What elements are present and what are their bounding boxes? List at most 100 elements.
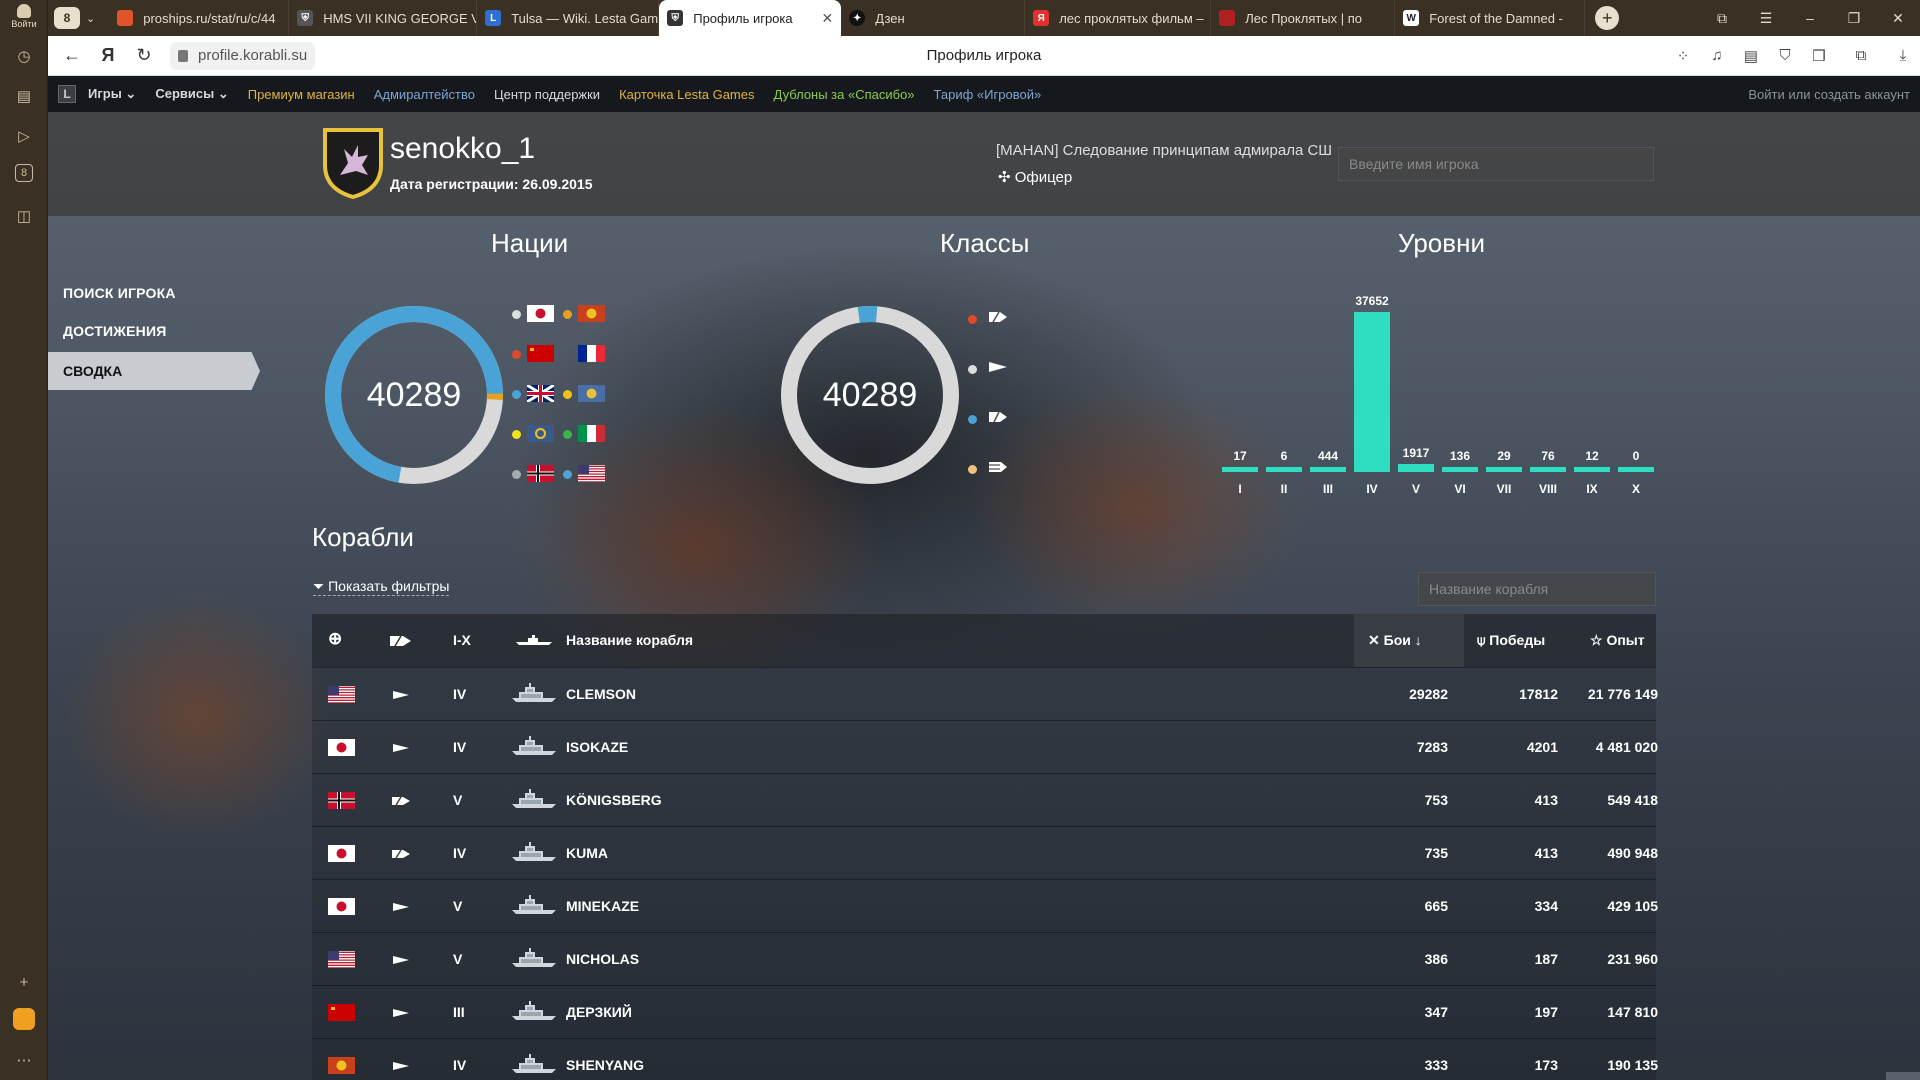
browser-login-button[interactable]: Войти	[4, 2, 44, 34]
tier-bar-VIII[interactable]	[1530, 467, 1566, 472]
carrier-class-icon	[989, 462, 1007, 472]
nav-support[interactable]: Центр поддержки	[494, 87, 600, 102]
ship-row[interactable]: V NICHOLAS 386 187 231 960	[312, 932, 1658, 985]
nav-services[interactable]: Сервисы ⌄	[155, 86, 228, 102]
tier-bar-I[interactable]	[1222, 467, 1258, 472]
new-tab-icon[interactable]: +	[1595, 6, 1620, 30]
scroll-to-top-button[interactable]: ⇡	[1886, 1072, 1920, 1080]
class-column-icon[interactable]	[389, 635, 413, 647]
tab-dzen[interactable]: ✦ Дзен	[841, 0, 1026, 36]
ship-row[interactable]: IV SHENYANG 333 173 190 135	[312, 1038, 1658, 1080]
tab-hms-kgv[interactable]: ⛨ HMS VII KING GEORGE V	[289, 0, 478, 36]
extensions-icon[interactable]: ⁘	[1666, 47, 1700, 65]
close-window-icon[interactable]: ✕	[1876, 0, 1920, 36]
ship-row[interactable]: IV ISOKAZE 7283 4201 4 481 020	[312, 720, 1658, 773]
xp-column-header[interactable]: ☆ Опыт	[1590, 632, 1645, 649]
legend-dot	[563, 430, 572, 439]
registration-date: Дата регистрации: 26.09.2015	[390, 176, 593, 192]
tier-bar-VI[interactable]	[1442, 467, 1478, 472]
tier-bar-IX[interactable]	[1574, 467, 1610, 472]
headphones-icon[interactable]: ♫	[1700, 47, 1734, 65]
tab-tulsa-wiki[interactable]: L Tulsa — Wiki. Lesta Gam	[477, 0, 660, 36]
ship-name[interactable]: MINEKAZE	[566, 898, 639, 914]
reader-icon[interactable]: ▤	[1734, 47, 1768, 65]
yandex-icon[interactable]: Я	[90, 36, 126, 76]
ship-name[interactable]: NICHOLAS	[566, 951, 639, 967]
tab-proships[interactable]: proships.ru/stat/ru/c/44	[109, 0, 290, 36]
menu-summary[interactable]: СВОДКА	[48, 352, 260, 390]
show-filters-link[interactable]: ⏷ Показать фильтры	[313, 578, 450, 596]
battles-column-header[interactable]: ✕ Бои ↓	[1368, 632, 1422, 649]
tab-counter-icon[interactable]: 8	[15, 164, 33, 182]
nav-tariff[interactable]: Тариф «Игровой»	[934, 87, 1042, 102]
globe-icon[interactable]: ⊕	[328, 629, 342, 649]
tab-count-badge[interactable]: 8	[54, 7, 80, 29]
play-icon[interactable]: ▷	[12, 124, 36, 148]
url-field[interactable]: profile.korabli.su	[170, 41, 316, 70]
ship-name[interactable]: KÖNIGSBERG	[566, 792, 662, 808]
download-icon[interactable]: ⤓	[1886, 47, 1920, 65]
lesta-logo[interactable]: L	[58, 85, 76, 103]
ship-row[interactable]: V MINEKAZE 665 334 429 105	[312, 879, 1658, 932]
tab-favicon-icon	[1219, 10, 1236, 26]
login-link[interactable]: Войти	[1748, 87, 1784, 102]
clan-name[interactable]: [MAHAN] Следование принципам адмирала СШ	[996, 142, 1332, 159]
screenshot-icon[interactable]: ◫	[12, 204, 36, 228]
menu-icon[interactable]: ☰	[1744, 0, 1788, 36]
tab-les-proklyatyh[interactable]: Лес Проклятых | по	[1211, 0, 1396, 36]
nav-lesta-card[interactable]: Карточка Lesta Games	[619, 87, 754, 102]
tier-value-IX: 12	[1585, 449, 1599, 463]
ship-name[interactable]: ДЕРЗКИЙ	[566, 1004, 632, 1020]
nav-doubloons[interactable]: Дублоны за «Спасибо»	[773, 87, 914, 102]
ussr-flag-icon	[527, 345, 554, 362]
collections-icon[interactable]: ⧉	[1836, 47, 1886, 65]
collections-icon[interactable]: ▤	[12, 84, 36, 108]
ship-name[interactable]: SHENYANG	[566, 1057, 644, 1073]
close-icon[interactable]: ✕	[811, 10, 833, 27]
ship-battles: 753	[1424, 792, 1448, 808]
tier-bar-X[interactable]	[1618, 467, 1654, 472]
add-panel-icon[interactable]: +	[12, 970, 36, 994]
bookmark-window-icon[interactable]: ⧉	[1700, 0, 1744, 36]
tier-bar-VII[interactable]	[1486, 467, 1522, 472]
nav-admiralty[interactable]: Адмиралтейство	[374, 87, 475, 102]
ship-row[interactable]: V KÖNIGSBERG 753 413 549 418	[312, 773, 1658, 826]
player-search-input[interactable]	[1338, 147, 1654, 181]
ship-row[interactable]: IV CLEMSON 29282 17812 21 776 149	[312, 667, 1658, 720]
ship-row[interactable]: III ДЕРЗКИЙ 347 197 147 810	[312, 985, 1658, 1038]
ship-row[interactable]: IV KUMA 735 413 490 948	[312, 826, 1658, 879]
ship-tier: IV	[453, 845, 467, 861]
nav-games[interactable]: Игры ⌄	[88, 86, 136, 102]
tab-player-profile[interactable]: ⛨ Профиль игрока ✕	[659, 0, 842, 36]
bookmark-icon[interactable]: ❒	[1802, 47, 1836, 65]
tier-bar-III[interactable]	[1310, 467, 1346, 472]
tab-yandex-search[interactable]: Ялес проклятых фильм –	[1025, 0, 1212, 36]
history-icon[interactable]: ◷	[12, 44, 36, 68]
more-icon[interactable]: ⋯	[12, 1048, 36, 1072]
nav-premium-shop[interactable]: Премиум магазин	[248, 87, 355, 102]
reload-icon[interactable]: ↻	[126, 36, 162, 76]
tier-label-VII: VII	[1496, 482, 1512, 496]
ship-name[interactable]: ISOKAZE	[566, 739, 628, 755]
tier-column-header[interactable]: I-X	[453, 632, 471, 648]
tier-bar-V[interactable]	[1398, 464, 1434, 472]
minimize-icon[interactable]: –	[1788, 0, 1832, 36]
ship-search-input[interactable]	[1418, 572, 1656, 606]
chevron-down-icon[interactable]: ⌄	[86, 12, 95, 25]
wins-column-header[interactable]: ⍦ Победы	[1477, 632, 1545, 649]
back-icon[interactable]: ←	[54, 36, 90, 76]
ussr-flag-icon	[328, 1004, 355, 1021]
tier-bar-II[interactable]	[1266, 467, 1302, 472]
mail-icon[interactable]	[13, 1008, 35, 1030]
ship-battles: 665	[1424, 898, 1448, 914]
restore-icon[interactable]: ❐	[1832, 0, 1876, 36]
menu-player-search[interactable]: ПОИСК ИГРОКА	[63, 285, 176, 301]
ship-name[interactable]: KUMA	[566, 845, 608, 861]
protect-icon[interactable]: ⛉	[1768, 47, 1802, 65]
create-account-link[interactable]: создать аккаунт	[1814, 87, 1910, 102]
ship-name[interactable]: CLEMSON	[566, 686, 636, 702]
name-column-header[interactable]: Название корабля	[566, 632, 693, 648]
menu-achievements[interactable]: ДОСТИЖЕНИЯ	[63, 323, 166, 339]
tier-bar-IV[interactable]	[1354, 312, 1390, 472]
tab-forest-damned[interactable]: W Forest of the Damned -	[1395, 0, 1586, 36]
